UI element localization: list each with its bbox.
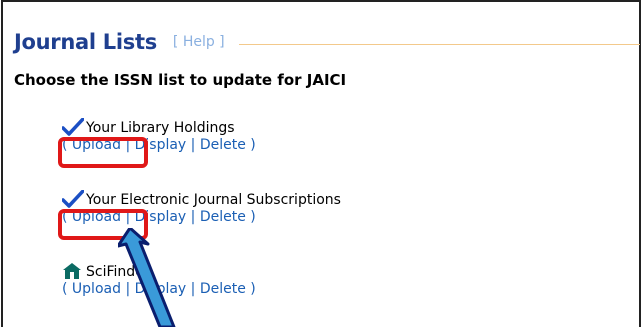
header-divider <box>238 43 640 45</box>
separator: | <box>190 281 196 297</box>
paren-open: ( <box>62 281 68 297</box>
upload-link[interactable]: Upload <box>72 281 121 297</box>
delete-link[interactable]: Delete <box>200 281 246 297</box>
home-icon <box>63 263 81 279</box>
panel-header: Journal Lists [ Help ] <box>14 30 640 54</box>
paren-close: ) <box>250 137 256 153</box>
delete-link[interactable]: Delete <box>200 209 246 225</box>
list-name: Your Electronic Journal Subscriptions <box>86 192 341 208</box>
page-title: Journal Lists <box>14 30 157 54</box>
delete-link[interactable]: Delete <box>200 137 246 153</box>
list-name: Your Library Holdings <box>86 120 235 136</box>
section-subtitle: Choose the ISSN list to update for JAICI <box>14 71 347 89</box>
paren-close: ) <box>250 209 256 225</box>
separator: | <box>190 137 196 153</box>
checkmark-icon <box>62 118 84 136</box>
paren-close: ) <box>250 281 256 297</box>
checkmark-icon <box>62 190 84 208</box>
upload-highlight-box <box>58 137 148 168</box>
pointer-arrow-icon <box>118 228 176 327</box>
help-link[interactable]: [ Help ] <box>173 34 225 50</box>
separator: | <box>190 209 196 225</box>
